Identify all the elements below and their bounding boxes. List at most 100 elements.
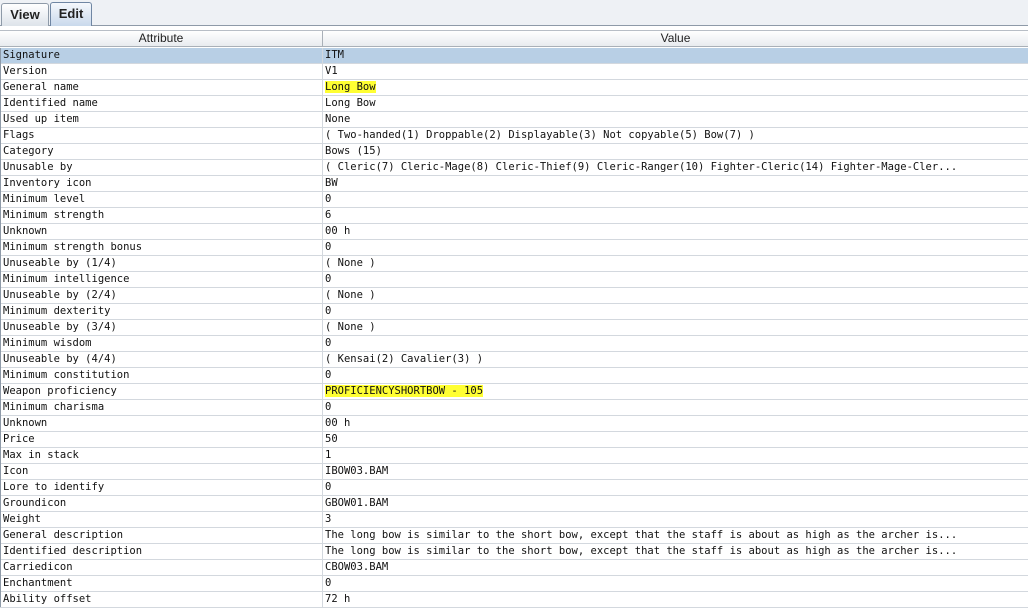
column-header-value[interactable]: Value xyxy=(323,31,1028,46)
attribute-cell: Minimum intelligence xyxy=(0,272,323,287)
attribute-cell: Minimum strength xyxy=(0,208,323,223)
table-row[interactable]: Flags( Two-handed(1) Droppable(2) Displa… xyxy=(0,128,1028,144)
attribute-cell: Lore to identify xyxy=(0,480,323,495)
table-row[interactable]: Ability offset 72 h xyxy=(0,592,1028,608)
value-cell[interactable]: 0 xyxy=(323,400,1028,415)
value-cell[interactable]: ( Kensai(2) Cavalier(3) ) xyxy=(323,352,1028,367)
value-cell[interactable]: ( None ) xyxy=(323,288,1028,303)
value-cell[interactable]: 0 xyxy=(323,240,1028,255)
table-row[interactable]: General name Long Bow xyxy=(0,80,1028,96)
value-cell[interactable]: 0 xyxy=(323,576,1028,591)
tab-edit[interactable]: Edit xyxy=(50,2,92,26)
table-row[interactable]: Unusable by( Cleric(7) Cleric-Mage(8) Cl… xyxy=(0,160,1028,176)
value-cell[interactable]: V1 xyxy=(323,64,1028,79)
table-row[interactable]: Groundicon GBOW01.BAM xyxy=(0,496,1028,512)
value-cell[interactable]: 72 h xyxy=(323,592,1028,607)
table-row[interactable]: Minimum constitution 0 xyxy=(0,368,1028,384)
attribute-cell: Unknown xyxy=(0,416,323,431)
table-row[interactable]: Unknown 00 h xyxy=(0,224,1028,240)
attribute-cell: Max in stack xyxy=(0,448,323,463)
table-row[interactable]: Minimum strength bonus 0 xyxy=(0,240,1028,256)
attribute-cell: Weapon proficiency xyxy=(0,384,323,399)
attribute-cell: Icon xyxy=(0,464,323,479)
column-header-attribute[interactable]: Attribute xyxy=(0,31,323,46)
value-cell[interactable]: GBOW01.BAM xyxy=(323,496,1028,511)
value-cell[interactable]: CBOW03.BAM xyxy=(323,560,1028,575)
table-row[interactable]: Minimum dexterity 0 xyxy=(0,304,1028,320)
value-cell[interactable]: None xyxy=(323,112,1028,127)
table-row[interactable]: General description The long bow is simil… xyxy=(0,528,1028,544)
value-cell[interactable]: 0 xyxy=(323,272,1028,287)
value-cell[interactable]: Bows (15) xyxy=(323,144,1028,159)
table-row[interactable]: Enchantment 0 xyxy=(0,576,1028,592)
value-cell[interactable]: ( Cleric(7) Cleric-Mage(8) Cleric-Thief(… xyxy=(323,160,1028,175)
table-row[interactable]: Category Bows (15) xyxy=(0,144,1028,160)
table-row[interactable]: Version V1 xyxy=(0,64,1028,80)
attribute-cell: Groundicon xyxy=(0,496,323,511)
attribute-cell: Flags xyxy=(0,128,323,143)
table-row[interactable]: Unknown 00 h xyxy=(0,416,1028,432)
attribute-cell: Enchantment xyxy=(0,576,323,591)
attribute-cell: Carriedicon xyxy=(0,560,323,575)
highlighted-value: Long Bow xyxy=(325,81,376,93)
attribute-cell: Price xyxy=(0,432,323,447)
table-row[interactable]: Unuseable by (2/4)( None ) xyxy=(0,288,1028,304)
value-cell[interactable]: Long Bow xyxy=(323,80,1028,95)
table-row[interactable]: Price 50 xyxy=(0,432,1028,448)
value-cell[interactable]: ( Two-handed(1) Droppable(2) Displayable… xyxy=(323,128,1028,143)
value-cell[interactable]: 6 xyxy=(323,208,1028,223)
table-row[interactable]: Inventory icon BW xyxy=(0,176,1028,192)
value-cell[interactable]: ITM xyxy=(323,48,1028,63)
value-cell[interactable]: 0 xyxy=(323,192,1028,207)
value-cell[interactable]: IBOW03.BAM xyxy=(323,464,1028,479)
tab-view[interactable]: View xyxy=(1,3,49,26)
value-cell[interactable]: The long bow is similar to the short bow… xyxy=(323,544,1028,559)
attribute-cell: Minimum strength bonus xyxy=(0,240,323,255)
table-row[interactable]: Signature ITM xyxy=(0,48,1028,64)
table-row[interactable]: Weapon proficiency PROFICIENCYSHORTBOW - … xyxy=(0,384,1028,400)
value-cell[interactable]: 1 xyxy=(323,448,1028,463)
table-left-border xyxy=(0,48,1,607)
table-row[interactable]: Unuseable by (4/4)( Kensai(2) Cavalier(3… xyxy=(0,352,1028,368)
attribute-cell: General description xyxy=(0,528,323,543)
table-row[interactable]: Carriedicon CBOW03.BAM xyxy=(0,560,1028,576)
table-row[interactable]: Weight 3 xyxy=(0,512,1028,528)
value-cell[interactable]: ( None ) xyxy=(323,320,1028,335)
value-cell[interactable]: ( None ) xyxy=(323,256,1028,271)
value-cell[interactable]: The long bow is similar to the short bow… xyxy=(323,528,1028,543)
attribute-cell: Minimum charisma xyxy=(0,400,323,415)
table-row[interactable]: Minimum intelligence 0 xyxy=(0,272,1028,288)
value-cell[interactable]: 0 xyxy=(323,304,1028,319)
value-cell[interactable]: 3 xyxy=(323,512,1028,527)
value-cell[interactable]: 0 xyxy=(323,368,1028,383)
table-row[interactable]: Minimum strength 6 xyxy=(0,208,1028,224)
table-row[interactable]: Unuseable by (3/4)( None ) xyxy=(0,320,1028,336)
attribute-cell: Used up item xyxy=(0,112,323,127)
table-row[interactable]: Identified description The long bow is si… xyxy=(0,544,1028,560)
attribute-cell: Identified description xyxy=(0,544,323,559)
table-row[interactable]: Minimum level 0 xyxy=(0,192,1028,208)
table-row[interactable]: Used up item None xyxy=(0,112,1028,128)
tab-bar: View Edit xyxy=(0,0,1028,26)
attribute-table: Signature ITM Version V1 General name Long Bo… xyxy=(0,48,1028,608)
value-cell[interactable]: PROFICIENCYSHORTBOW - 105 xyxy=(323,384,1028,399)
table-row[interactable]: Max in stack 1 xyxy=(0,448,1028,464)
value-cell[interactable]: 00 h xyxy=(323,224,1028,239)
value-cell[interactable]: Long Bow xyxy=(323,96,1028,111)
value-cell[interactable]: 0 xyxy=(323,480,1028,495)
table-row[interactable]: Minimum wisdom 0 xyxy=(0,336,1028,352)
attribute-cell: Inventory icon xyxy=(0,176,323,191)
table-row[interactable]: Minimum charisma 0 xyxy=(0,400,1028,416)
attribute-cell: General name xyxy=(0,80,323,95)
table-row[interactable]: Lore to identify 0 xyxy=(0,480,1028,496)
table-header: Attribute Value xyxy=(0,30,1028,47)
table-row[interactable]: Unuseable by (1/4)( None ) xyxy=(0,256,1028,272)
table-row[interactable]: Icon IBOW03.BAM xyxy=(0,464,1028,480)
attribute-cell: Signature xyxy=(0,48,323,63)
value-cell[interactable]: 00 h xyxy=(323,416,1028,431)
value-cell[interactable]: 0 xyxy=(323,336,1028,351)
value-cell[interactable]: 50 xyxy=(323,432,1028,447)
attribute-cell: Identified name xyxy=(0,96,323,111)
value-cell[interactable]: BW xyxy=(323,176,1028,191)
table-row[interactable]: Identified name Long Bow xyxy=(0,96,1028,112)
